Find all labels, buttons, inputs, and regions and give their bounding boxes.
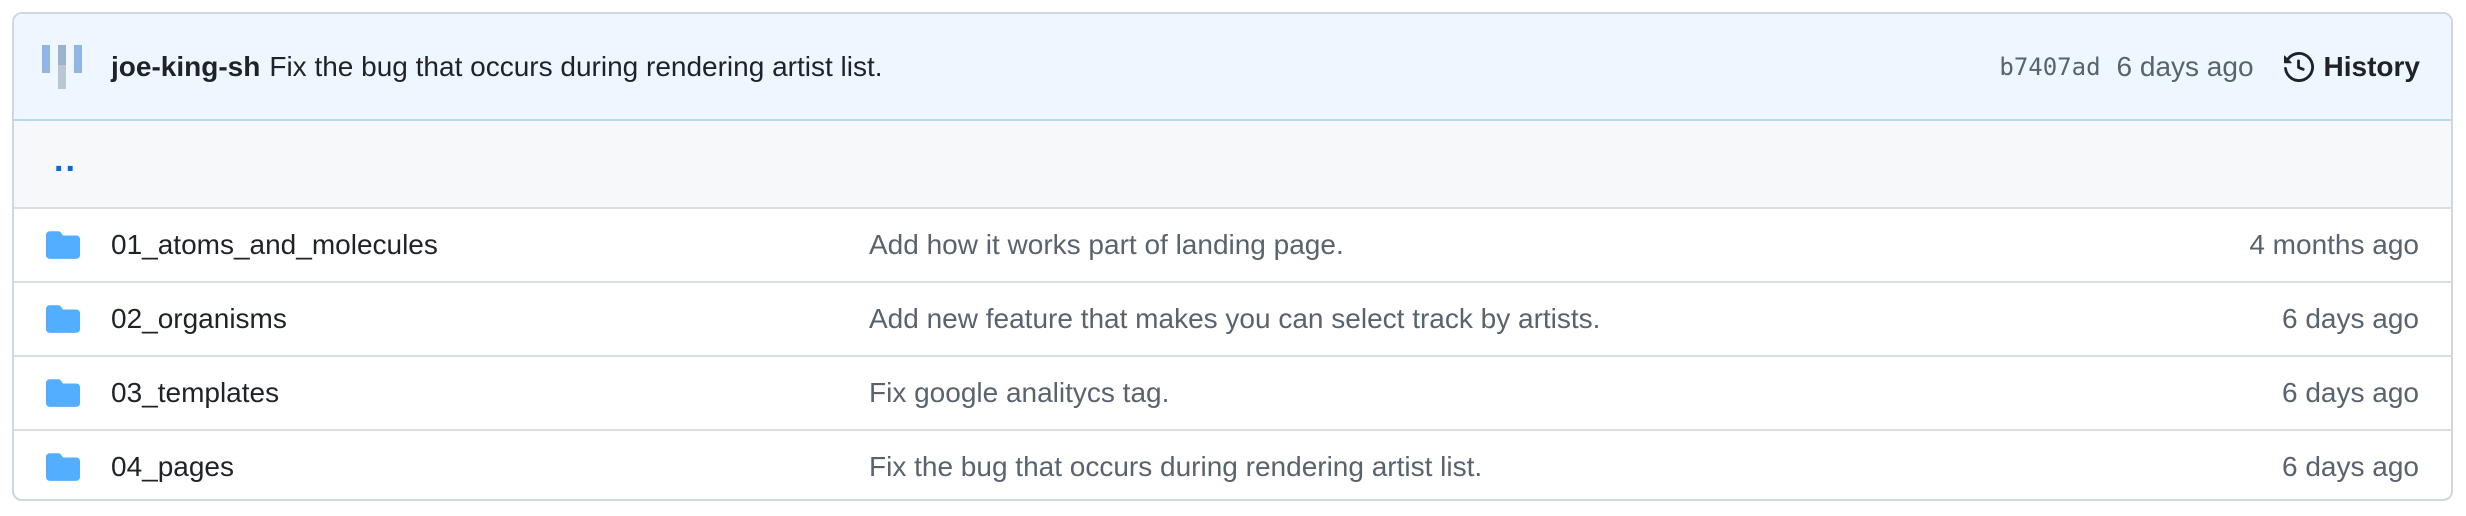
author-avatar[interactable] [40,45,84,89]
commit-age: 4 months ago [2249,229,2419,260]
file-row[interactable]: 04_pages Fix the bug that occurs during … [14,431,2451,499]
file-browser: joe-king-sh Fix the bug that occurs duri… [12,12,2453,501]
parent-directory-link[interactable]: .. [54,141,77,180]
commit-message-link[interactable]: Add how it works part of landing page. [869,209,1344,281]
commit-message-link[interactable]: Fix the bug that occurs during rendering… [869,431,1482,499]
history-button[interactable]: History [2283,50,2420,83]
folder-icon [46,231,80,259]
file-row[interactable]: 03_templates Fix google analitycs tag. 6… [14,357,2451,431]
history-clock-icon [2283,51,2314,82]
file-list: 01_atoms_and_molecules Add how it works … [14,209,2451,499]
directory-name-link[interactable]: 04_pages [111,431,234,499]
commit-sha-link[interactable]: b7407ad [1999,53,2100,81]
commit-message-link[interactable]: Fix google analitycs tag. [869,357,1169,429]
file-row[interactable]: 01_atoms_and_molecules Add how it works … [14,209,2451,283]
commit-message-link[interactable]: Fix the bug that occurs during rendering… [269,51,882,83]
directory-name-link[interactable]: 03_templates [111,357,279,429]
folder-icon [46,379,80,407]
commit-age: 6 days ago [2282,377,2419,408]
directory-name-link[interactable]: 01_atoms_and_molecules [111,209,438,281]
history-label: History [2323,50,2420,82]
file-row[interactable]: 02_organisms Add new feature that makes … [14,283,2451,357]
folder-icon [46,453,80,481]
commit-author-link[interactable]: joe-king-sh [111,51,260,83]
latest-commit-bar: joe-king-sh Fix the bug that occurs duri… [14,14,2451,121]
commit-age: 6 days ago [2282,303,2419,334]
commit-summary: joe-king-sh Fix the bug that occurs duri… [111,14,883,119]
commit-age: 6 days ago [2116,50,2254,82]
commit-meta: b7407ad 6 days ago History [1999,14,2451,119]
commit-message-link[interactable]: Add new feature that makes you can selec… [869,283,1600,355]
folder-icon [46,305,80,333]
commit-age: 6 days ago [2282,451,2419,482]
directory-name-link[interactable]: 02_organisms [111,283,287,355]
parent-directory-row[interactable]: .. [14,121,2451,209]
